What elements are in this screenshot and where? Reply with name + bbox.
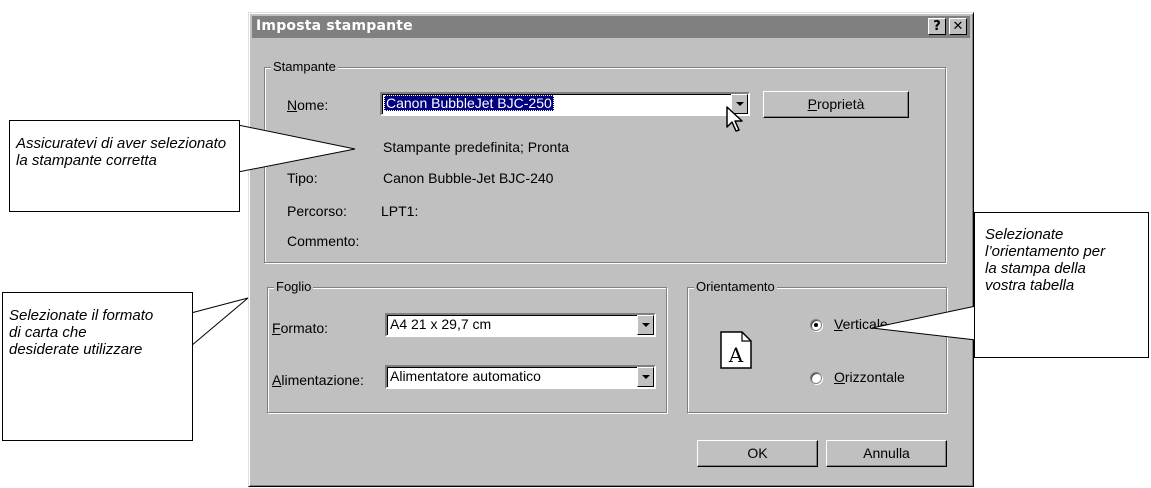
- paper-callout: Selezionate il formato di carta che desi…: [2, 292, 193, 441]
- mouse-pointer-icon: [726, 106, 743, 132]
- path-value: LPT1:: [381, 203, 419, 219]
- orientation-callout-text: Selezionate l’orientamento per la stampa…: [985, 226, 1106, 294]
- help-button[interactable]: ?: [928, 18, 946, 35]
- close-button[interactable]: ✕: [949, 18, 967, 35]
- orientation-group-label: Orientamento: [694, 279, 777, 294]
- ok-button[interactable]: OK: [697, 440, 818, 467]
- title-bar[interactable]: Imposta stampante ? ✕: [252, 16, 970, 38]
- landscape-label[interactable]: Orizzontale: [834, 369, 905, 385]
- paper-group: Foglio: [267, 279, 667, 413]
- landscape-radio[interactable]: [810, 372, 822, 384]
- printer-callout: Assicuratevi di aver selezionato la stam…: [9, 120, 240, 212]
- paper-size-select[interactable]: A4 21 x 29,7 cm: [385, 313, 656, 337]
- properties-button[interactable]: Proprietà: [763, 91, 909, 118]
- printer-name-select[interactable]: Canon BubbleJet BJC-250: [380, 92, 750, 116]
- page-portrait-icon: A: [720, 331, 752, 369]
- paper-callout-text: Selezionate il formato di carta che desi…: [9, 307, 154, 358]
- status-label: Stato:: [287, 139, 324, 155]
- cancel-button[interactable]: Annulla: [826, 440, 947, 467]
- printer-callout-text: Assicuratevi di aver selezionato la stam…: [16, 135, 227, 169]
- paper-group-label: Foglio: [274, 279, 314, 294]
- type-value: Canon Bubble-Jet BJC-240: [383, 170, 554, 186]
- chevron-down-icon[interactable]: [637, 315, 654, 335]
- type-label: Tipo:: [287, 170, 318, 186]
- paper-source-label: Alimentazione:: [272, 372, 364, 388]
- paper-source-select[interactable]: Alimentatore automatico: [385, 365, 656, 389]
- orientation-callout: Selezionate l’orientamento per la stampa…: [974, 212, 1149, 358]
- printer-name-value: Canon BubbleJet BJC-250: [384, 95, 554, 111]
- dialog-title: Imposta stampante: [256, 18, 413, 34]
- printer-name-label: Nome:: [287, 97, 329, 113]
- portrait-radio[interactable]: [810, 319, 822, 331]
- paper-source-value: Alimentatore automatico: [390, 368, 541, 384]
- printer-group-label: Stampante: [271, 59, 338, 74]
- comment-label: Commento:: [287, 233, 360, 249]
- path-label: Percorso:: [287, 203, 347, 219]
- paper-size-label: Formato:: [272, 320, 329, 336]
- close-icon: ✕: [952, 19, 964, 34]
- portrait-label[interactable]: Verticale: [834, 316, 888, 332]
- page-icon-letter: A: [728, 343, 744, 367]
- status-value: Stampante predefinita; Pronta: [383, 139, 570, 155]
- paper-size-value: A4 21 x 29,7 cm: [390, 316, 492, 332]
- chevron-down-icon[interactable]: [637, 367, 654, 387]
